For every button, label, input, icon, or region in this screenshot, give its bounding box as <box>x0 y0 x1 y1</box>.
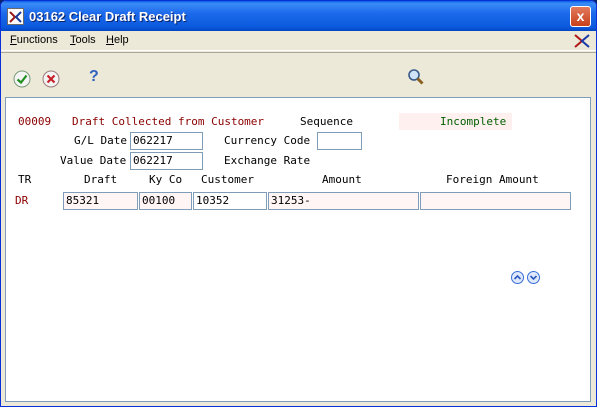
find-button[interactable] <box>407 68 425 86</box>
draft-value: 85321 <box>66 194 100 207</box>
close-icon: x <box>576 8 585 24</box>
menu-tools[interactable]: Tools <box>70 34 96 46</box>
status-badge: Incomplete <box>438 113 512 130</box>
value-date-value: 062217 <box>133 154 173 167</box>
close-button[interactable]: x <box>570 6 591 27</box>
jde-logo-icon <box>573 33 591 49</box>
foreign-amount-field[interactable] <box>420 192 571 210</box>
menu-functions-mnemonic: F <box>10 34 17 46</box>
currency-code-field[interactable] <box>317 132 362 150</box>
question-icon: ? <box>89 68 99 85</box>
scroll-up-button[interactable] <box>511 271 524 284</box>
row-tr-value: DR <box>15 194 29 207</box>
sequence-label: Sequence <box>300 115 353 128</box>
menu-bar: Functions Tools Help <box>1 31 596 51</box>
form-area: 00009 Draft Collected from Customer Sequ… <box>5 97 591 402</box>
customer-field[interactable]: 10352 <box>193 192 267 210</box>
app-window: 03162 Clear Draft Receipt x Functions To… <box>0 0 597 407</box>
magnifier-icon <box>408 69 424 85</box>
menu-help[interactable]: Help <box>106 34 129 46</box>
menu-tools-label: ools <box>75 34 96 46</box>
gl-date-field[interactable]: 062217 <box>130 132 203 150</box>
cancel-x-icon <box>42 70 60 88</box>
scroll-down-button[interactable] <box>527 271 540 284</box>
menu-help-label: elp <box>113 34 129 46</box>
customer-value: 10352 <box>196 194 230 207</box>
value-date-field[interactable]: 062217 <box>130 152 203 170</box>
sequence-value <box>399 113 439 130</box>
currency-code-label: Currency Code <box>224 134 311 147</box>
exchange-rate-label: Exchange Rate <box>224 154 311 167</box>
title-bar[interactable]: 03162 Clear Draft Receipt x <box>1 1 596 31</box>
column-foreign-amount-header: Foreign Amount <box>446 173 539 186</box>
check-icon <box>13 70 31 88</box>
kyco-field[interactable]: 00100 <box>139 192 192 210</box>
help-button[interactable]: ? <box>89 68 107 86</box>
menu-help-mnemonic: H <box>106 34 114 46</box>
ok-button[interactable] <box>13 70 31 88</box>
doc-type-description: Draft Collected from Customer <box>72 115 265 128</box>
app-icon <box>7 8 24 25</box>
cancel-button[interactable] <box>42 70 60 88</box>
menu-functions[interactable]: Functions <box>10 34 58 46</box>
amount-value: 31253- <box>271 194 311 207</box>
column-tr-header: TR <box>18 173 32 186</box>
value-date-label: Value Date <box>60 154 127 167</box>
kyco-value: 00100 <box>142 194 176 207</box>
chevron-up-icon <box>513 274 522 280</box>
column-kyco-header: Ky Co <box>149 173 183 186</box>
status-text: Incomplete <box>440 115 507 128</box>
gl-date-label: G/L Date <box>74 134 127 147</box>
menu-functions-label: unctions <box>16 34 58 46</box>
window-title: 03162 Clear Draft Receipt <box>29 9 186 24</box>
gl-date-value: 062217 <box>133 134 173 147</box>
toolbar: ? <box>1 52 596 98</box>
amount-field[interactable]: 31253- <box>268 192 419 210</box>
column-draft-header: Draft <box>84 173 118 186</box>
column-customer-header: Customer <box>201 173 254 186</box>
chevron-down-icon <box>529 275 538 281</box>
draft-field[interactable]: 85321 <box>63 192 138 210</box>
doc-type-code: 00009 <box>18 115 52 128</box>
column-amount-header: Amount <box>322 173 362 186</box>
